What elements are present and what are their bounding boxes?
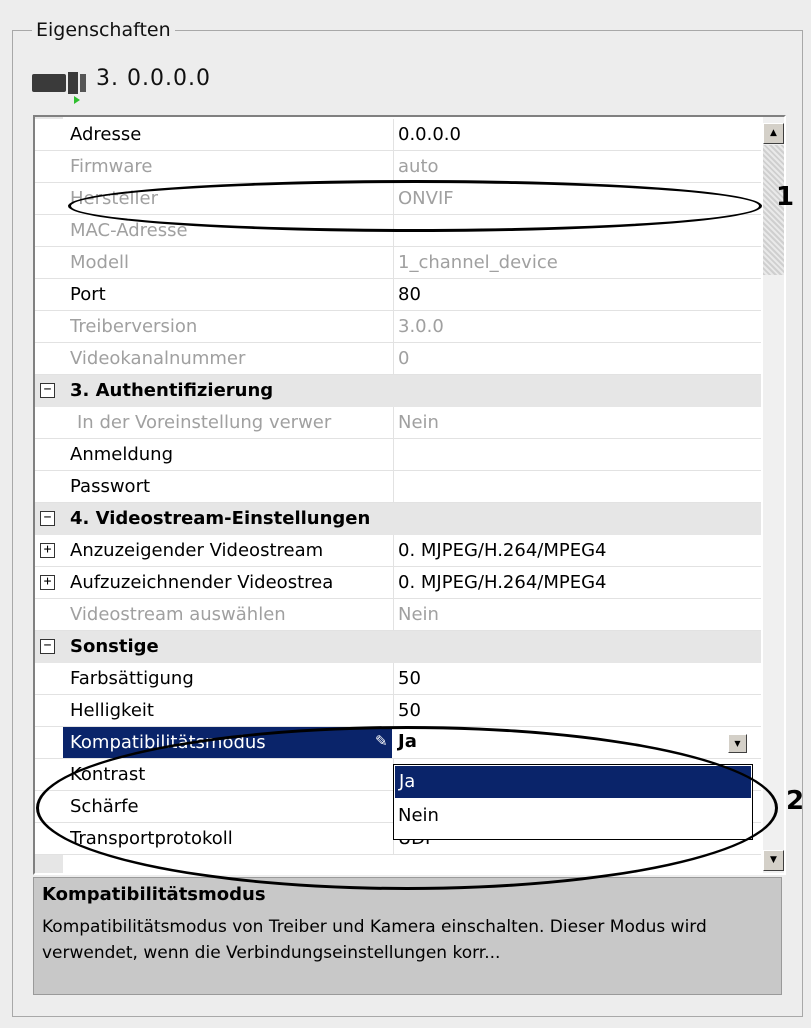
prop-value: 3.0.0 — [398, 316, 444, 337]
prop-value[interactable]: 50 — [398, 663, 421, 694]
prop-name: Firmware — [70, 156, 153, 177]
prop-name: Videostream auswählen — [70, 604, 286, 625]
prop-row-passwort[interactable]: Passwort — [35, 471, 761, 503]
category-label: Sonstige — [70, 636, 159, 657]
category-label: 4. Videostream-Einstellungen — [70, 508, 371, 529]
annotation-number-2: 2 — [786, 786, 805, 816]
annotation-number-1: 1 — [776, 182, 795, 212]
prop-name: Port — [70, 284, 106, 305]
description-title: Kompatibilitätsmodus — [42, 884, 266, 905]
prop-name: Aufzuzeichnender Videostrea — [70, 572, 334, 593]
expand-icon[interactable]: + — [40, 543, 55, 558]
prop-name: Anzuzeigender Videostream — [70, 540, 324, 561]
description-text: Kompatibilitätsmodus von Treiber und Kam… — [42, 917, 707, 963]
prop-name: Modell — [70, 252, 130, 273]
prop-name: Helligkeit — [70, 700, 154, 721]
prop-value[interactable]: 80 — [398, 279, 421, 310]
prop-value: Nein — [398, 604, 439, 625]
expand-icon[interactable]: + — [40, 575, 55, 590]
prop-row-voreinstellung[interactable]: In der Voreinstellung verwer Nein — [35, 407, 761, 439]
prop-name: In der Voreinstellung verwer — [77, 412, 332, 433]
scroll-up-icon[interactable]: ▲ — [763, 123, 784, 144]
collapse-icon[interactable]: − — [40, 639, 55, 654]
prop-row-farbsaettigung[interactable]: Farbsättigung 50 — [35, 663, 761, 695]
annotation-ellipse-2 — [36, 726, 778, 890]
camera-icon — [32, 72, 86, 104]
prop-row-anmeldung[interactable]: Anmeldung — [35, 439, 761, 471]
prop-row-port[interactable]: Port 80 — [35, 279, 761, 311]
annotation-ellipse-1 — [68, 180, 762, 232]
device-title: 3. 0.0.0.0 — [96, 66, 211, 91]
prop-name: Adresse — [70, 124, 142, 145]
collapse-icon[interactable]: − — [40, 511, 55, 526]
prop-row-treiberversion[interactable]: Treiberversion 3.0.0 — [35, 311, 761, 343]
prop-value: Nein — [398, 412, 439, 433]
prop-name: Passwort — [70, 476, 151, 497]
prop-row-modell[interactable]: Modell 1_channel_device — [35, 247, 761, 279]
category-videostream-einstellungen[interactable]: −4. Videostream-Einstellungen — [35, 503, 761, 535]
groupbox-title: Eigenschaften — [32, 18, 175, 42]
collapse-icon[interactable]: − — [40, 383, 55, 398]
prop-value[interactable]: 0.0.0.0 — [398, 119, 461, 150]
scroll-down-icon[interactable]: ▼ — [763, 850, 784, 871]
prop-name: Treiberversion — [70, 316, 198, 337]
prop-value[interactable]: 50 — [398, 695, 421, 726]
prop-row-helligkeit[interactable]: Helligkeit 50 — [35, 695, 761, 727]
prop-value: 1_channel_device — [398, 252, 558, 273]
description-panel: Kompatibilitätsmodus Kompatibilitätsmodu… — [33, 877, 782, 995]
dropdown-arrow-icon[interactable]: ▼ — [728, 734, 747, 753]
category-sonstige[interactable]: − Sonstige — [35, 631, 761, 663]
category-authentifizierung[interactable]: −3. Authentifizierung — [35, 375, 761, 407]
prop-name: Videokanalnummer — [70, 348, 246, 369]
prop-row-anzuzeigender-videostream[interactable]: + Anzuzeigender Videostream 0. MJPEG/H.264… — [35, 535, 761, 567]
prop-name: Anmeldung — [70, 444, 173, 465]
prop-value[interactable]: 0. MJPEG/H.264/MPEG4 — [398, 535, 607, 566]
prop-name: Farbsättigung — [70, 668, 194, 689]
prop-row-aufzuzeichnender-videostream[interactable]: + Aufzuzeichnender Videostrea 0. MJPEG/H.2… — [35, 567, 761, 599]
prop-row-videostream-auswaehlen[interactable]: Videostream auswählen Nein — [35, 599, 761, 631]
category-label: 3. Authentifizierung — [70, 380, 274, 401]
prop-value: auto — [398, 156, 439, 177]
prop-row-firmware[interactable]: Firmware auto — [35, 151, 761, 183]
prop-row-adresse[interactable]: Adresse 0.0.0.0 — [35, 119, 761, 151]
prop-value[interactable]: 0. MJPEG/H.264/MPEG4 — [398, 567, 607, 598]
prop-row-videokanalnummer[interactable]: Videokanalnummer 0 — [35, 343, 761, 375]
prop-value: 0 — [398, 348, 410, 369]
vertical-scrollbar[interactable]: ▲ ▼ — [763, 117, 784, 873]
